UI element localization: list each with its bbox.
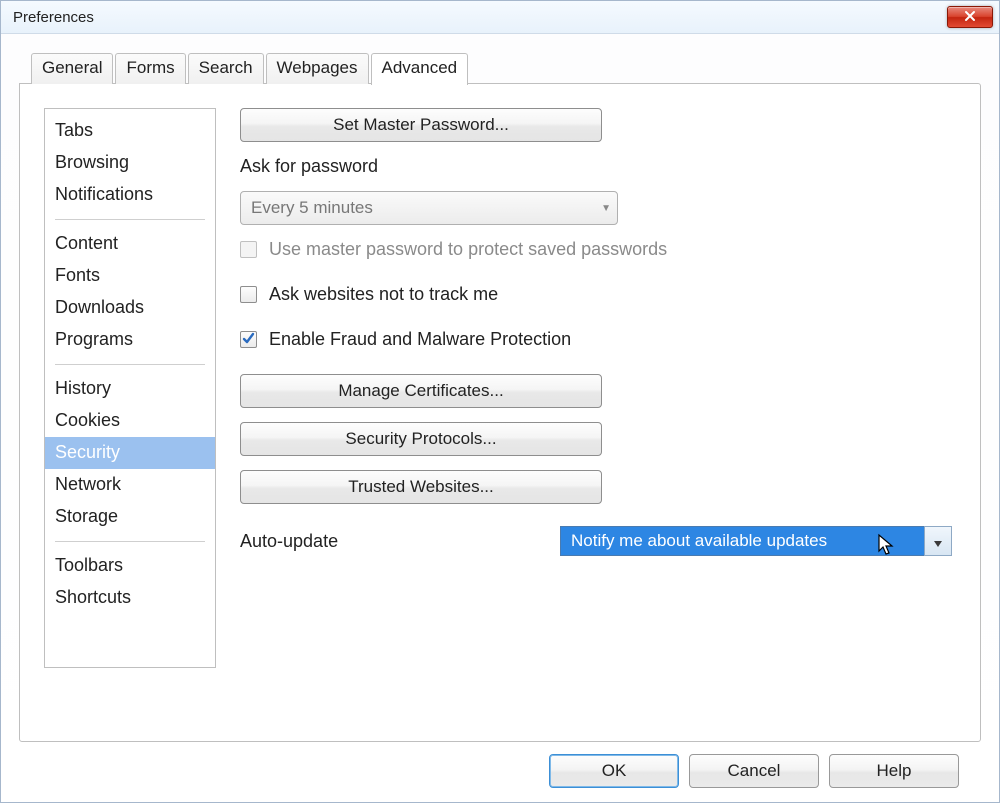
- dialog-button-row: OK Cancel Help: [19, 742, 981, 788]
- fraud-protection-label: Enable Fraud and Malware Protection: [269, 329, 571, 350]
- sidebar-item-toolbars[interactable]: Toolbars: [45, 550, 215, 582]
- security-protocols-button[interactable]: Security Protocols...: [240, 422, 602, 456]
- close-button[interactable]: [947, 6, 993, 28]
- tab-row: General Forms Search Webpages Advanced: [19, 52, 981, 84]
- titlebar: Preferences: [1, 1, 999, 34]
- help-button[interactable]: Help: [829, 754, 959, 788]
- auto-update-label: Auto-update: [240, 531, 540, 552]
- sidebar-item-notifications[interactable]: Notifications: [45, 179, 215, 211]
- use-master-password-label: Use master password to protect saved pas…: [269, 239, 667, 260]
- tab-webpages[interactable]: Webpages: [266, 53, 369, 84]
- manage-certificates-button[interactable]: Manage Certificates...: [240, 374, 602, 408]
- do-not-track-row: Ask websites not to track me: [240, 284, 952, 305]
- tab-panel-advanced: Tabs Browsing Notifications Content Font…: [19, 83, 981, 742]
- preferences-window: Preferences General Forms Search Webpage…: [0, 0, 1000, 803]
- ask-password-value: Every 5 minutes: [251, 198, 373, 218]
- security-settings: Set Master Password... Ask for password …: [240, 108, 952, 717]
- chevron-down-icon: ▼: [601, 203, 611, 214]
- ask-password-select[interactable]: Every 5 minutes ▼: [240, 191, 618, 225]
- use-master-password-checkbox: [240, 241, 257, 258]
- fraud-protection-row: Enable Fraud and Malware Protection: [240, 329, 952, 350]
- sidebar-item-downloads[interactable]: Downloads: [45, 292, 215, 324]
- checkmark-icon: [242, 329, 255, 350]
- sidebar-separator: [55, 364, 205, 365]
- tab-search[interactable]: Search: [188, 53, 264, 84]
- sidebar-separator: [55, 219, 205, 220]
- advanced-sidebar[interactable]: Tabs Browsing Notifications Content Font…: [44, 108, 216, 668]
- ask-password-label: Ask for password: [240, 156, 952, 177]
- tab-forms[interactable]: Forms: [115, 53, 185, 84]
- tab-advanced[interactable]: Advanced: [371, 53, 469, 85]
- set-master-password-button[interactable]: Set Master Password...: [240, 108, 602, 142]
- auto-update-select[interactable]: Notify me about available updates: [560, 526, 952, 556]
- dialog-body: General Forms Search Webpages Advanced T…: [1, 34, 999, 802]
- auto-update-value[interactable]: Notify me about available updates: [560, 526, 924, 556]
- close-icon: [964, 9, 976, 26]
- sidebar-item-fonts[interactable]: Fonts: [45, 260, 215, 292]
- auto-update-row: Auto-update Notify me about available up…: [240, 526, 952, 556]
- use-master-password-row: Use master password to protect saved pas…: [240, 239, 952, 260]
- sidebar-item-programs[interactable]: Programs: [45, 324, 215, 356]
- trusted-websites-button[interactable]: Trusted Websites...: [240, 470, 602, 504]
- cursor-icon: [876, 533, 896, 557]
- sidebar-item-browsing[interactable]: Browsing: [45, 147, 215, 179]
- sidebar-item-cookies[interactable]: Cookies: [45, 405, 215, 437]
- auto-update-dropdown-button[interactable]: [924, 526, 952, 556]
- sidebar-item-shortcuts[interactable]: Shortcuts: [45, 582, 215, 614]
- sidebar-item-content[interactable]: Content: [45, 228, 215, 260]
- sidebar-item-tabs[interactable]: Tabs: [45, 115, 215, 147]
- chevron-down-icon: [934, 531, 942, 552]
- sidebar-separator: [55, 541, 205, 542]
- ok-button[interactable]: OK: [549, 754, 679, 788]
- sidebar-item-security[interactable]: Security: [45, 437, 215, 469]
- do-not-track-checkbox[interactable]: [240, 286, 257, 303]
- sidebar-item-storage[interactable]: Storage: [45, 501, 215, 533]
- do-not-track-label: Ask websites not to track me: [269, 284, 498, 305]
- fraud-protection-checkbox[interactable]: [240, 331, 257, 348]
- sidebar-item-network[interactable]: Network: [45, 469, 215, 501]
- tab-general[interactable]: General: [31, 53, 113, 84]
- auto-update-value-text: Notify me about available updates: [571, 531, 827, 551]
- window-title: Preferences: [13, 9, 94, 26]
- cancel-button[interactable]: Cancel: [689, 754, 819, 788]
- tab-area: General Forms Search Webpages Advanced T…: [19, 52, 981, 742]
- sidebar-item-history[interactable]: History: [45, 373, 215, 405]
